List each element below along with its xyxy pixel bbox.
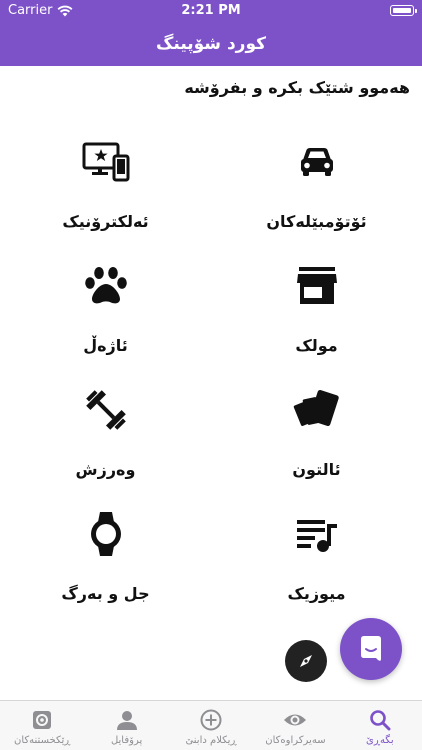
tab-search[interactable]: بگەڕێ xyxy=(338,701,422,750)
chat-icon xyxy=(361,636,381,661)
tab-bar: ڕێکخستنەکان پرۆفایل ڕیکلام دابنێ سەیرکرا… xyxy=(0,700,422,750)
add-circle-icon xyxy=(200,709,222,731)
store-icon xyxy=(296,267,337,304)
tab-label: بگەڕێ xyxy=(366,735,394,746)
category-cars[interactable]: ئۆتۆمبێلەکان xyxy=(211,118,422,242)
car-icon xyxy=(300,148,333,176)
chat-button[interactable] xyxy=(340,618,402,680)
tab-watched[interactable]: سەیرکراوەکان xyxy=(253,701,337,750)
category-label: ئاژەڵ xyxy=(83,336,128,355)
category-label: جل و بەرگ xyxy=(61,584,150,603)
settings-icon xyxy=(33,711,52,729)
category-label: وەرزش xyxy=(75,460,136,479)
tab-profile[interactable]: پرۆفایل xyxy=(84,701,168,750)
devices-icon xyxy=(82,142,129,182)
category-label: ئۆتۆمبێلەکان xyxy=(266,212,367,231)
compass-icon xyxy=(300,655,312,667)
status-bar: Carrier 2:21 PM xyxy=(0,0,422,22)
category-label: میوزیک xyxy=(287,584,346,603)
search-icon xyxy=(370,710,391,731)
status-time: 2:21 PM xyxy=(181,3,241,18)
category-label: ئەلکترۆنیک xyxy=(62,212,149,231)
person-icon xyxy=(116,711,137,730)
eye-icon xyxy=(284,714,307,726)
tab-settings[interactable]: ڕێکخستنەکان xyxy=(0,701,84,750)
category-music[interactable]: میوزیک xyxy=(211,490,422,614)
tab-post-ad[interactable]: ڕیکلام دابنێ xyxy=(169,701,253,750)
paw-icon xyxy=(84,267,127,304)
music-icon xyxy=(296,520,337,552)
tab-label: سەیرکراوەکان xyxy=(265,735,326,746)
category-sports[interactable]: وەرزش xyxy=(0,366,211,490)
tab-label: ڕێکخستنەکان xyxy=(14,735,71,746)
tab-label: پرۆفایل xyxy=(110,735,143,746)
category-animals[interactable]: ئاژەڵ xyxy=(0,242,211,366)
watch-icon xyxy=(90,512,121,556)
dumbbell-icon xyxy=(85,390,126,430)
tab-label: ڕیکلام دابنێ xyxy=(185,735,237,746)
category-electronics[interactable]: ئەلکترۆنیک xyxy=(0,118,211,242)
category-clothes[interactable]: جل و بەرگ xyxy=(0,490,211,614)
category-more[interactable] xyxy=(285,640,327,682)
category-property[interactable]: مولک xyxy=(211,242,422,366)
gold-icon xyxy=(293,390,339,426)
battery-icon xyxy=(390,5,417,16)
category-label: مولک xyxy=(295,336,338,355)
navigation-bar: کورد شۆپینگ xyxy=(0,22,422,66)
app-title: کورد شۆپینگ xyxy=(155,34,267,54)
category-label: ئالتون xyxy=(292,460,341,479)
page-subtitle: هەموو شتێک بکرە و بفرۆشە xyxy=(184,78,410,97)
category-gold[interactable]: ئالتون xyxy=(211,366,422,490)
